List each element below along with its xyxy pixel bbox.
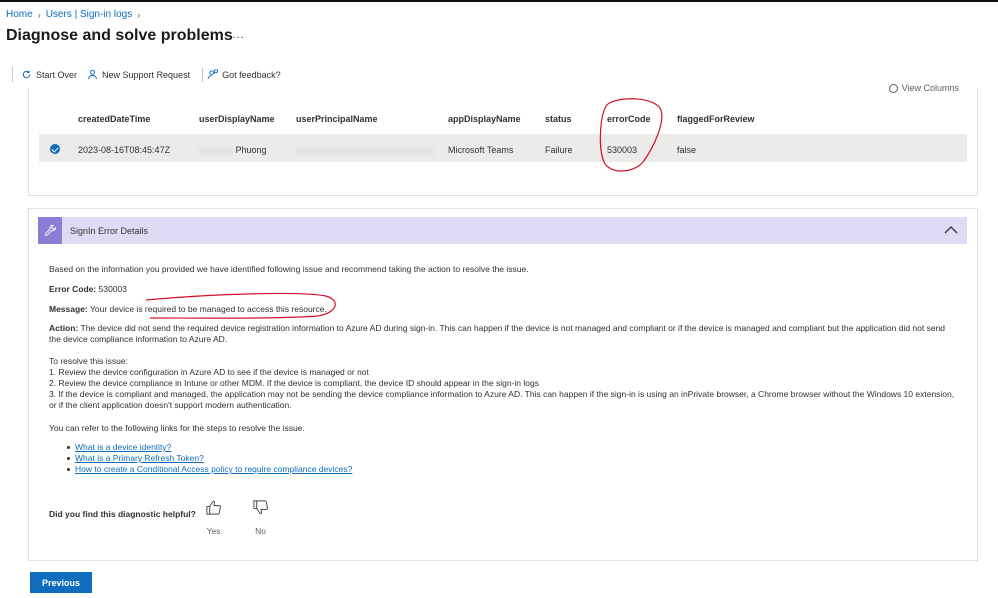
- column-header-status[interactable]: status: [545, 114, 572, 124]
- top-border: [0, 0, 998, 2]
- list-item: What is a device identity?: [66, 442, 352, 453]
- cell-errorcode: 530003: [607, 145, 638, 155]
- chevron-right-icon: ›: [137, 9, 141, 20]
- column-header-userdisplayname[interactable]: userDisplayName: [199, 114, 275, 124]
- new-support-request-button[interactable]: New Support Request: [87, 69, 190, 80]
- message-label: Message:: [49, 304, 88, 314]
- details-header-title: SignIn Error Details: [70, 226, 149, 236]
- person-icon: [88, 69, 97, 80]
- links-intro: You can refer to the following links for…: [49, 423, 305, 433]
- thumbs-up-icon: [206, 500, 221, 515]
- feedback-question: Did you find this diagnostic helpful?: [49, 509, 196, 519]
- message-line: Message: Your device is required to be m…: [49, 304, 959, 315]
- breadcrumb-users-link[interactable]: Users | Sign-in logs: [46, 9, 133, 20]
- reference-links-list: What is a device identity? What is a Pri…: [66, 442, 352, 475]
- error-code-label: Error Code:: [49, 284, 97, 294]
- resolve-heading: To resolve this issue:: [49, 356, 128, 366]
- start-over-button[interactable]: Start Over: [21, 69, 77, 80]
- redacted-text: [199, 146, 233, 155]
- feedback-no-button[interactable]: No: [252, 499, 269, 536]
- page-title: Diagnose and solve problems: [6, 27, 233, 44]
- previous-button[interactable]: Previous: [30, 572, 92, 593]
- chevron-right-icon: ›: [37, 9, 41, 20]
- toolbar-divider: [12, 67, 13, 82]
- resolve-step: 1. Review the device configuration in Az…: [49, 367, 369, 377]
- feedback-yes-label: Yes: [206, 526, 221, 536]
- cell-flaggedforreview: false: [677, 145, 697, 155]
- columns-icon: [888, 83, 898, 93]
- link-primary-refresh-token[interactable]: What is a Primary Refresh Token?: [75, 453, 204, 463]
- action-label: Action:: [49, 323, 79, 333]
- feedback-person-icon: [207, 69, 219, 80]
- view-columns-button[interactable]: View Columns: [888, 83, 959, 93]
- message-value: Your device is required to be managed to…: [89, 304, 327, 314]
- wrench-icon-box: [38, 217, 62, 244]
- got-feedback-label: Got feedback?: [222, 69, 281, 80]
- row-selected-checkmark-icon[interactable]: [50, 144, 60, 154]
- feedback-yes-button[interactable]: Yes: [205, 499, 222, 536]
- list-item: How to create a Conditional Access polic…: [66, 464, 352, 475]
- cell-userprincipalname: [296, 145, 434, 155]
- action-line: Action: The device did not send the requ…: [49, 323, 959, 345]
- redacted-text: [296, 146, 434, 155]
- cell-userdisplayname: Phuong: [199, 145, 267, 155]
- cell-status: Failure: [545, 145, 573, 155]
- userdisplayname-visible: Phuong: [235, 145, 267, 155]
- toolbar: Start Over New Support Request Got feedb…: [10, 66, 291, 83]
- link-device-identity[interactable]: What is a device identity?: [75, 442, 171, 452]
- error-code-value: 530003: [98, 284, 127, 294]
- intro-text: Based on the information you provided we…: [49, 264, 529, 274]
- resolve-step: 3. If the device is compliant and manage…: [49, 389, 955, 410]
- error-code-line: Error Code: 530003: [49, 284, 959, 295]
- got-feedback-button[interactable]: Got feedback?: [207, 69, 281, 80]
- chevron-up-icon[interactable]: [943, 223, 959, 237]
- thumbs-down-icon: [253, 500, 268, 515]
- breadcrumb: Home › Users | Sign-in logs ›: [6, 9, 140, 20]
- cell-appdisplayname: Microsoft Teams: [448, 145, 514, 155]
- start-over-label: Start Over: [36, 69, 78, 80]
- more-options-button[interactable]: ...: [232, 27, 245, 41]
- new-support-request-label: New Support Request: [102, 69, 191, 80]
- feedback-no-label: No: [255, 526, 266, 536]
- signin-error-details-header[interactable]: SignIn Error Details: [38, 217, 967, 244]
- column-header-createddatetime[interactable]: createdDateTime: [78, 114, 150, 124]
- column-header-flaggedforreview[interactable]: flaggedForReview: [677, 114, 755, 124]
- view-columns-label: View Columns: [901, 83, 959, 93]
- column-header-appdisplayname[interactable]: appDisplayName: [448, 114, 521, 124]
- toolbar-separator: [202, 67, 204, 82]
- signin-error-details-card: SignIn Error Details Based on the inform…: [28, 208, 978, 561]
- breadcrumb-home-link[interactable]: Home: [6, 9, 33, 20]
- link-conditional-access-policy[interactable]: How to create a Conditional Access polic…: [75, 464, 352, 474]
- resolve-step: 2. Review the device compliance in Intun…: [49, 378, 539, 388]
- sign-in-log-grid: View Columns createdDateTime userDisplay…: [28, 83, 978, 196]
- column-header-userprincipalname[interactable]: userPrincipalName: [296, 114, 378, 124]
- refresh-icon: [22, 70, 31, 79]
- column-header-errorcode[interactable]: errorCode: [607, 114, 651, 124]
- list-item: What is a Primary Refresh Token?: [66, 453, 352, 464]
- wrench-icon: [44, 224, 56, 236]
- cell-createddatetime: 2023-08-16T08:45:47Z: [78, 145, 171, 155]
- action-value: The device did not send the required dev…: [49, 323, 946, 344]
